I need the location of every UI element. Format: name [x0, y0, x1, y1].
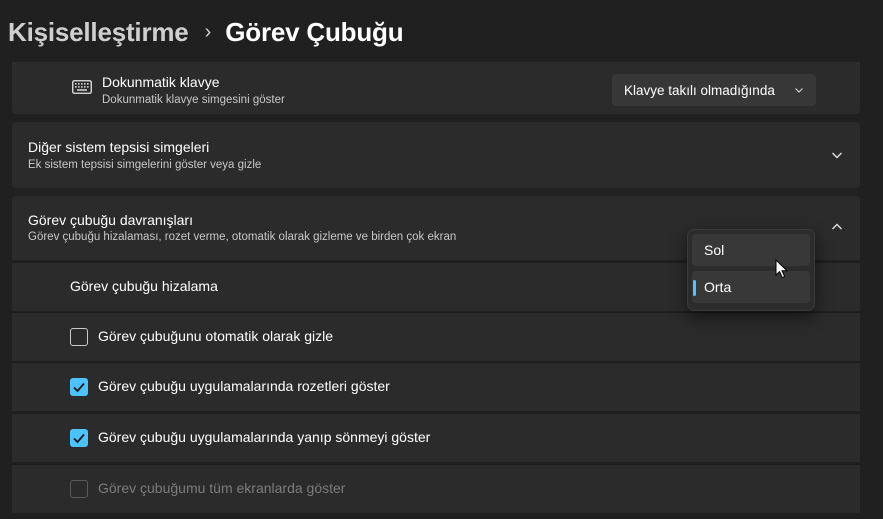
checkmark-icon — [73, 433, 85, 444]
keyboard-icon — [72, 80, 92, 94]
all-displays-row: Görev çubuğumu tüm ekranlarda göster — [12, 464, 860, 513]
touch-keyboard-dropdown-value: Klavye takılı olmadığında — [624, 82, 775, 98]
show-flashing-row[interactable]: Görev çubuğu uygulamalarında yanıp sönme… — [12, 413, 860, 462]
touch-keyboard-title: Dokunmatik klavye — [102, 74, 220, 90]
auto-hide-taskbar-row[interactable]: Görev çubuğunu otomatik olarak gizle — [12, 312, 860, 361]
mouse-cursor-icon — [775, 259, 789, 279]
page-title: Görev Çubuğu — [225, 16, 404, 47]
alignment-option-left[interactable]: Sol — [692, 234, 810, 266]
checkmark-icon — [73, 382, 85, 393]
taskbar-behaviors-subtitle: Görev çubuğu hizalaması, rozet verme, ot… — [28, 231, 457, 243]
system-tray-title: Diğer sistem tepsisi simgeleri — [28, 139, 210, 155]
alignment-dropdown-menu: Sol Orta — [687, 229, 815, 311]
system-tray-subtitle: Ek sistem tepsisi simgelerini göster vey… — [28, 159, 262, 171]
taskbar-behaviors-title: Görev çubuğu davranışları — [28, 212, 193, 228]
taskbar-alignment-label: Görev çubuğu hizalama — [70, 278, 218, 294]
show-flashing-checkbox[interactable] — [70, 429, 88, 447]
show-flashing-label: Görev çubuğu uygulamalarında yanıp sönme… — [98, 429, 431, 445]
alignment-option-center-label: Orta — [704, 279, 732, 295]
touch-keyboard-setting: Dokunmatik klavye Dokunmatik klavye simg… — [12, 62, 860, 114]
breadcrumb: Kişiselleştirme › Görev Çubuğu — [8, 12, 404, 52]
auto-hide-checkbox[interactable] — [70, 328, 88, 346]
alignment-option-center[interactable]: Orta — [692, 271, 810, 303]
show-badges-checkbox[interactable] — [70, 378, 88, 396]
chevron-up-icon[interactable] — [830, 220, 844, 234]
system-tray-icons-section[interactable]: Diğer sistem tepsisi simgeleri Ek sistem… — [12, 122, 860, 188]
chevron-down-icon[interactable] — [830, 148, 844, 162]
chevron-down-icon — [795, 88, 803, 93]
show-badges-label: Görev çubuğu uygulamalarında rozetleri g… — [98, 378, 390, 394]
touch-keyboard-dropdown[interactable]: Klavye takılı olmadığında — [612, 74, 816, 106]
auto-hide-label: Görev çubuğunu otomatik olarak gizle — [98, 328, 334, 344]
all-displays-label: Görev çubuğumu tüm ekranlarda göster — [98, 480, 346, 496]
all-displays-checkbox — [70, 480, 88, 498]
breadcrumb-separator: › — [204, 20, 212, 43]
breadcrumb-parent-link[interactable]: Kişiselleştirme — [8, 17, 189, 48]
touch-keyboard-subtitle: Dokunmatik klavye simgesini göster — [102, 94, 285, 106]
selection-indicator — [693, 280, 696, 296]
show-badges-row[interactable]: Görev çubuğu uygulamalarında rozetleri g… — [12, 362, 860, 411]
